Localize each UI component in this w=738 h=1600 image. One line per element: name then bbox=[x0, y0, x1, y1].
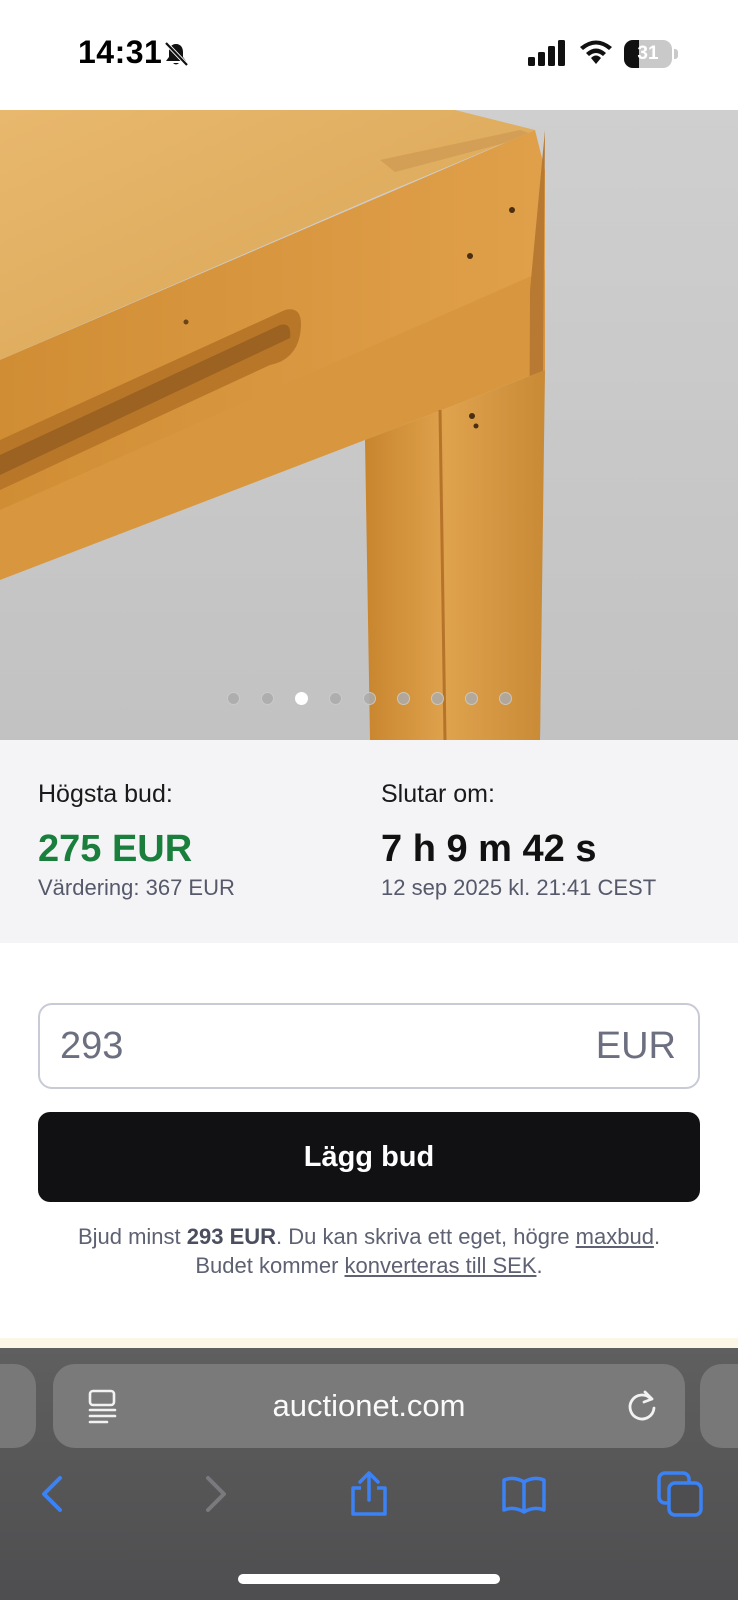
gallery-dot[interactable] bbox=[464, 692, 478, 705]
help-min-amount: 293 EUR bbox=[186, 1224, 277, 1249]
status-bar: 14:31 31 bbox=[0, 0, 738, 110]
ends-in-block: Slutar om: 7 h 9 m 42 s 12 sep 2025 kl. … bbox=[381, 780, 656, 901]
place-bid-button[interactable]: Lägg bud bbox=[38, 1112, 700, 1202]
table-photo bbox=[0, 110, 738, 740]
signal-icon bbox=[528, 40, 565, 66]
help-middle: . Du kan skriva ett eget, högre bbox=[276, 1224, 576, 1249]
gallery-dot[interactable] bbox=[430, 692, 444, 705]
reload-icon[interactable] bbox=[625, 1388, 659, 1424]
gallery-dot[interactable] bbox=[294, 692, 308, 705]
highest-bid-label: Högsta bud: bbox=[38, 780, 173, 808]
bid-amount-field[interactable]: EUR bbox=[38, 1003, 700, 1089]
gallery-dot[interactable] bbox=[396, 692, 410, 705]
bid-help-line-2: Budet kommer konverteras till SEK. bbox=[0, 1251, 738, 1280]
gallery-dot[interactable] bbox=[226, 692, 240, 705]
forward-icon[interactable] bbox=[190, 1470, 238, 1518]
valuation: Värdering: 367 EUR bbox=[38, 875, 235, 900]
end-time: 12 sep 2025 kl. 21:41 CEST bbox=[381, 875, 657, 900]
address-bar[interactable]: auctionet.com bbox=[53, 1364, 685, 1448]
gallery-dot[interactable] bbox=[260, 692, 274, 705]
highest-bid-value: 275 EUR bbox=[38, 828, 193, 870]
content-divider bbox=[0, 1338, 738, 1348]
home-indicator[interactable] bbox=[238, 1574, 500, 1584]
back-icon[interactable] bbox=[30, 1470, 78, 1518]
gallery-dots bbox=[0, 692, 738, 708]
share-icon[interactable] bbox=[345, 1470, 393, 1518]
countdown: 7 h 9 m 42 s bbox=[381, 828, 597, 870]
bell-slash-icon bbox=[164, 41, 189, 67]
ends-in-label: Slutar om: bbox=[381, 780, 495, 808]
bid-amount-input[interactable] bbox=[40, 1005, 580, 1087]
help-end-1: . bbox=[653, 1224, 661, 1249]
url-text[interactable]: auctionet.com bbox=[53, 1388, 685, 1424]
battery-level: 31 bbox=[637, 43, 659, 64]
gallery-dot[interactable] bbox=[362, 692, 376, 705]
help-line2-prefix: Budet kommer bbox=[195, 1253, 345, 1278]
wifi-icon bbox=[580, 40, 612, 64]
tabs-icon[interactable] bbox=[656, 1470, 704, 1518]
bid-info-panel: Högsta bud: 275 EUR Värdering: 367 EUR S… bbox=[0, 740, 738, 943]
help-prefix: Bjud minst bbox=[77, 1224, 187, 1249]
product-image[interactable] bbox=[0, 110, 738, 740]
bid-help-line-1: Bjud minst 293 EUR. Du kan skriva ett eg… bbox=[0, 1222, 738, 1251]
status-time: 14:31 bbox=[78, 34, 163, 70]
convert-sek-link[interactable]: konverteras till SEK bbox=[345, 1253, 537, 1278]
gallery-dot[interactable] bbox=[498, 692, 512, 705]
bookmarks-icon[interactable] bbox=[500, 1470, 548, 1518]
browser-toolbar: auctionet.com bbox=[0, 1348, 738, 1600]
help-end-2: . bbox=[536, 1253, 543, 1278]
bid-help-text: Bjud minst 293 EUR. Du kan skriva ett eg… bbox=[0, 1222, 738, 1280]
bid-currency: EUR bbox=[595, 1025, 676, 1067]
highest-bid-block: Högsta bud: 275 EUR Värdering: 367 EUR bbox=[38, 780, 235, 901]
previous-tab-pill[interactable] bbox=[0, 1364, 36, 1448]
maxbid-link[interactable]: maxbud bbox=[576, 1224, 654, 1249]
battery-icon: 31 bbox=[624, 40, 678, 68]
next-tab-pill[interactable] bbox=[700, 1364, 738, 1448]
gallery-dot[interactable] bbox=[328, 692, 342, 705]
